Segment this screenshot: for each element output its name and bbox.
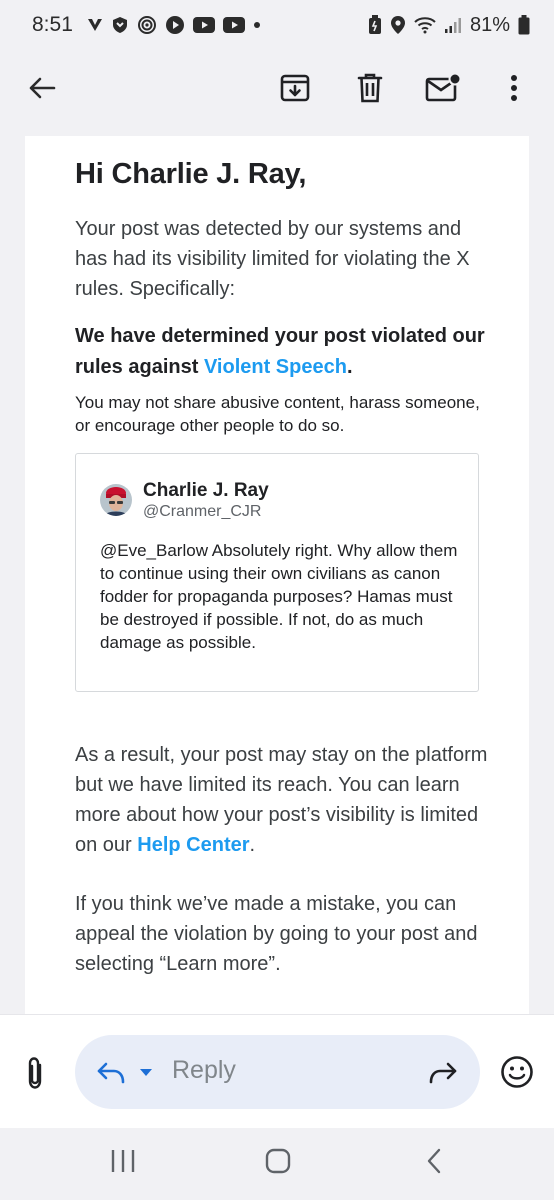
determination-period: . [346,356,353,378]
system-nav-bar [0,1128,554,1200]
archive-icon[interactable] [275,68,315,108]
wifi-icon [414,16,436,34]
signal-icon [444,16,462,34]
attachment-icon[interactable] [20,1055,50,1091]
status-time: 8:51 [32,13,73,36]
mark-unread-icon[interactable] [423,68,463,108]
help-center-link[interactable]: Help Center [137,834,249,856]
recents-icon[interactable] [103,1146,143,1176]
appeal-paragraph: If you think we’ve made a mistake, you c… [75,893,478,975]
youtube-icon [192,17,215,33]
location-icon [390,15,406,35]
back-arrow-icon[interactable] [26,70,58,106]
top-app-bar [0,50,554,136]
v-icon [87,17,103,33]
battery-icon [518,15,530,35]
chevron-down-icon[interactable] [137,1065,155,1079]
reply-bar: Reply [0,1014,554,1128]
dot-icon [253,21,261,29]
notification-icons [87,15,261,35]
system-icons: 81% [368,14,530,37]
home-icon[interactable] [258,1146,298,1176]
reply-input[interactable]: Reply [75,1035,480,1109]
email-view: Hi Charlie J. Ray, Your post was detecte… [0,136,554,1014]
forward-icon[interactable] [427,1059,459,1087]
result-paragraph: As a result, your post may stay on the p… [75,740,495,860]
post-body: @Eve_Barlow Absolutely right. Why allow … [100,541,458,652]
violent-speech-link[interactable]: Violent Speech [204,356,347,378]
post-author-name: Charlie J. Ray [143,480,269,501]
intro-paragraph: Your post was detected by our systems an… [75,218,470,300]
delete-icon[interactable] [350,68,390,108]
result-period: . [249,834,256,856]
reply-icon[interactable] [95,1059,127,1087]
play-icon [165,15,185,35]
status-bar: 8:51 81% [0,0,554,50]
emoji-icon[interactable] [498,1053,536,1091]
podcast-icon [137,15,157,35]
determination-paragraph: We have determined your post violated ou… [75,321,495,383]
battery-saver-icon [368,15,382,35]
post-author-handle: @Cranmer_CJR [143,503,262,520]
email-body: Hi Charlie J. Ray, Your post was detecte… [25,136,529,1014]
reply-placeholder[interactable]: Reply [172,1056,236,1085]
quoted-post: Charlie J. Ray @Cranmer_CJR @Eve_Barlow … [75,453,479,692]
policy-text: You may not share abusive content, haras… [75,393,480,435]
youtube-icon [222,17,245,33]
greeting: Hi Charlie J. Ray, [75,158,307,190]
back-icon[interactable] [414,1146,454,1176]
shield-icon [111,16,129,34]
more-vert-icon[interactable] [494,68,534,108]
battery-percent: 81% [469,13,510,36]
avatar [100,484,132,516]
